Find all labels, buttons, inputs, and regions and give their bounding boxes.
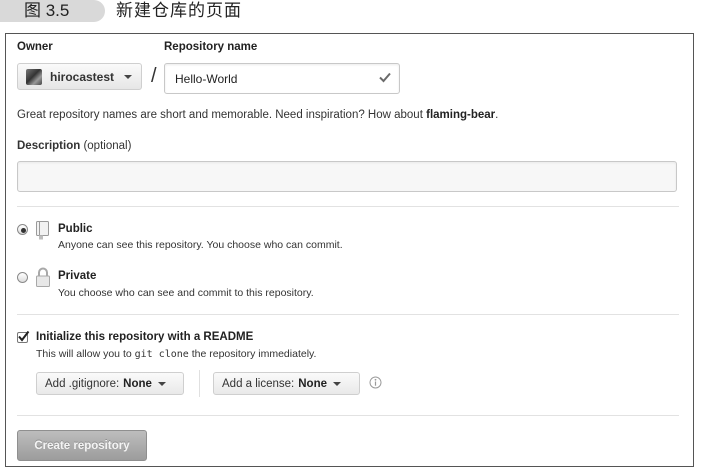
repository-name-input[interactable]: Hello-World xyxy=(164,63,400,94)
gitignore-value: None xyxy=(123,377,152,390)
license-value: None xyxy=(298,377,327,390)
owner-repo-separator: / xyxy=(151,65,157,87)
figure-caption: 图 3.5 新建仓库的页面 xyxy=(0,0,705,26)
repo-book-icon xyxy=(36,221,49,240)
readme-checkbox[interactable] xyxy=(17,330,30,343)
divider xyxy=(17,314,679,315)
vertical-divider xyxy=(199,370,200,397)
hint-prefix: Great repository names are short and mem… xyxy=(17,109,427,121)
repository-name-value: Hello-World xyxy=(175,71,238,86)
caret-down-icon xyxy=(157,381,166,386)
readme-desc-prefix: This will allow you to xyxy=(36,348,135,360)
divider xyxy=(17,415,679,416)
description-optional: (optional) xyxy=(80,140,132,152)
lock-icon xyxy=(36,267,50,287)
private-radio[interactable] xyxy=(17,272,28,283)
public-radio[interactable] xyxy=(17,224,28,235)
license-dropdown[interactable]: Add a license: None xyxy=(213,372,360,395)
public-title: Public xyxy=(58,223,93,235)
figure-title: 新建仓库的页面 xyxy=(116,1,242,20)
owner-dropdown[interactable]: hirocastest xyxy=(17,63,142,90)
name-hint: Great repository names are short and mem… xyxy=(17,109,498,121)
info-icon[interactable] xyxy=(369,376,382,389)
hint-suffix: . xyxy=(495,109,499,121)
repository-name-label: Repository name xyxy=(164,41,258,53)
gitignore-label: Add .gitignore: xyxy=(45,377,120,390)
figure-number: 图 3.5 xyxy=(24,1,70,20)
new-repository-form: Owner Repository name hirocastest / Hell… xyxy=(5,33,694,467)
private-description: You choose who can see and commit to thi… xyxy=(58,287,314,299)
check-icon xyxy=(18,330,30,342)
description-input[interactable] xyxy=(17,161,677,192)
owner-name: hirocastest xyxy=(50,69,115,84)
description-label-text: Description xyxy=(17,140,81,152)
owner-label: Owner xyxy=(17,41,53,53)
public-description: Anyone can see this repository. You choo… xyxy=(58,239,343,251)
readme-desc-suffix: the repository immediately. xyxy=(188,348,317,360)
gitignore-dropdown[interactable]: Add .gitignore: None xyxy=(36,372,184,395)
caret-down-icon xyxy=(124,74,133,79)
private-title: Private xyxy=(58,270,97,282)
divider xyxy=(17,206,679,207)
check-icon xyxy=(379,72,391,83)
readme-description: This will allow you to git clone the rep… xyxy=(36,348,316,360)
hint-suggestion[interactable]: flaming-bear xyxy=(426,109,495,121)
create-repository-button[interactable]: Create repository xyxy=(17,430,147,461)
readme-title: Initialize this repository with a README xyxy=(36,331,254,343)
avatar xyxy=(26,68,42,85)
license-label: Add a license: xyxy=(222,377,295,390)
description-label: Description (optional) xyxy=(17,140,131,152)
readme-desc-code: git clone xyxy=(134,349,189,360)
caret-down-icon xyxy=(333,381,341,386)
